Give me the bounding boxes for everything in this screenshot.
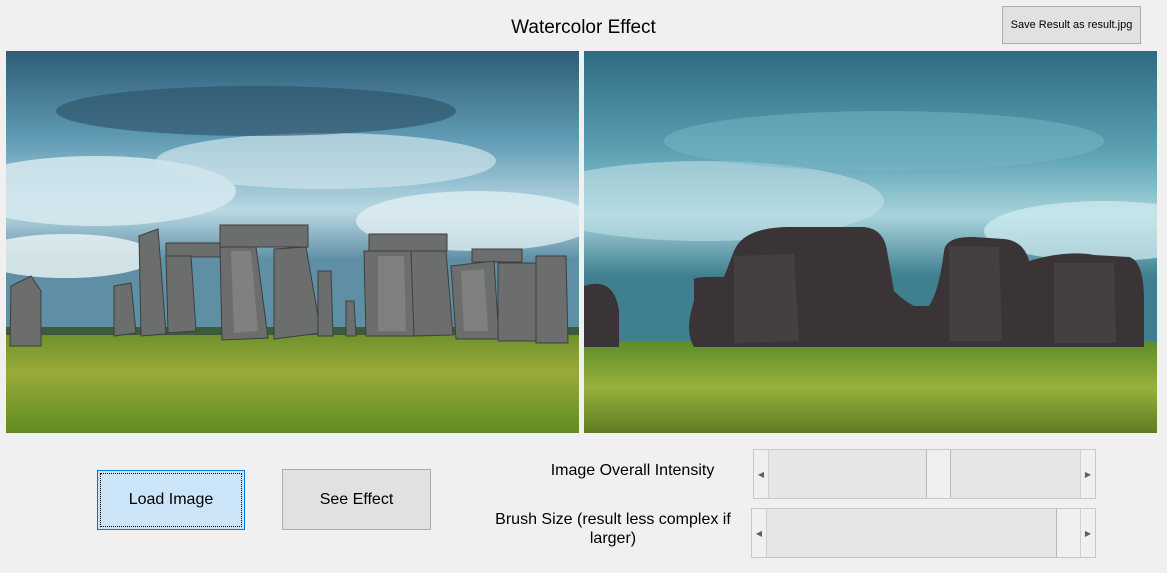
save-result-button[interactable]: Save Result as result.jpg <box>1002 6 1141 44</box>
brush-size-slider[interactable]: ◀ ▶ <box>751 508 1096 558</box>
stonehenge-watercolor-icon <box>584 51 1157 433</box>
original-image <box>6 51 579 433</box>
see-effect-button[interactable]: See Effect <box>282 469 431 530</box>
intensity-label: Image Overall Intensity <box>550 462 715 479</box>
window-title: Watercolor Effect <box>511 17 656 38</box>
stonehenge-photo-icon <box>6 51 579 433</box>
scroll-left-arrow-icon[interactable]: ◀ <box>752 509 767 557</box>
scroll-left-arrow-icon[interactable]: ◀ <box>754 450 769 498</box>
result-image <box>584 51 1157 433</box>
intensity-slider[interactable]: ◀ ▶ <box>753 449 1096 499</box>
scroll-right-arrow-icon[interactable]: ▶ <box>1080 509 1095 557</box>
brush-size-slider-thumb[interactable] <box>1056 509 1081 557</box>
load-image-button[interactable]: Load Image <box>97 470 245 530</box>
brush-size-label: Brush Size (result less complex if large… <box>495 511 731 547</box>
scroll-right-arrow-icon[interactable]: ▶ <box>1080 450 1095 498</box>
intensity-slider-thumb[interactable] <box>926 450 951 498</box>
